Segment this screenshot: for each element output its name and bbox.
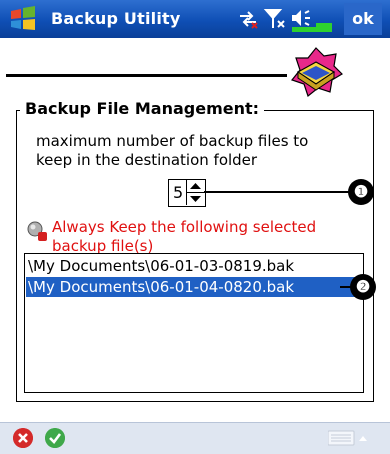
app-title: Backup Utility (51, 9, 181, 28)
callout-line-1 (204, 191, 350, 193)
ok-button[interactable]: ok (344, 3, 382, 35)
status-icons (240, 9, 332, 32)
confirm-icon[interactable] (45, 428, 65, 448)
volume-icon (292, 10, 310, 26)
list-item-selected[interactable]: \My Documents\06-01-04-0820.bak (26, 277, 364, 297)
keep-files-label: Always Keep the following selected backu… (52, 218, 317, 255)
windows-start-icon[interactable] (8, 5, 38, 33)
cancel-icon[interactable] (13, 428, 33, 448)
spinner-buttons (186, 180, 204, 205)
callout-1: ❶ (348, 179, 374, 205)
battery-icon (292, 23, 332, 32)
callout-2: ❷ (350, 274, 376, 300)
backup-file-list[interactable]: \My Documents\06-01-03-0819.bak \My Docu… (24, 253, 364, 393)
connectivity-icon (240, 11, 258, 29)
max-files-value[interactable]: 5 (173, 183, 183, 202)
max-files-description: maximum number of backup files to keep i… (36, 132, 309, 169)
spin-down-icon[interactable] (187, 193, 204, 205)
header-divider-shadow (6, 76, 287, 77)
keyboard-icon[interactable] (328, 430, 368, 446)
group-title: Backup File Management: (20, 99, 265, 118)
spin-up-icon[interactable] (187, 180, 204, 193)
title-bar: Backup Utility ok (0, 0, 390, 38)
list-item[interactable]: \My Documents\06-01-03-0819.bak (26, 256, 364, 276)
backup-app-icon (290, 47, 343, 98)
keep-files-icon (27, 221, 47, 241)
signal-icon (263, 9, 285, 28)
